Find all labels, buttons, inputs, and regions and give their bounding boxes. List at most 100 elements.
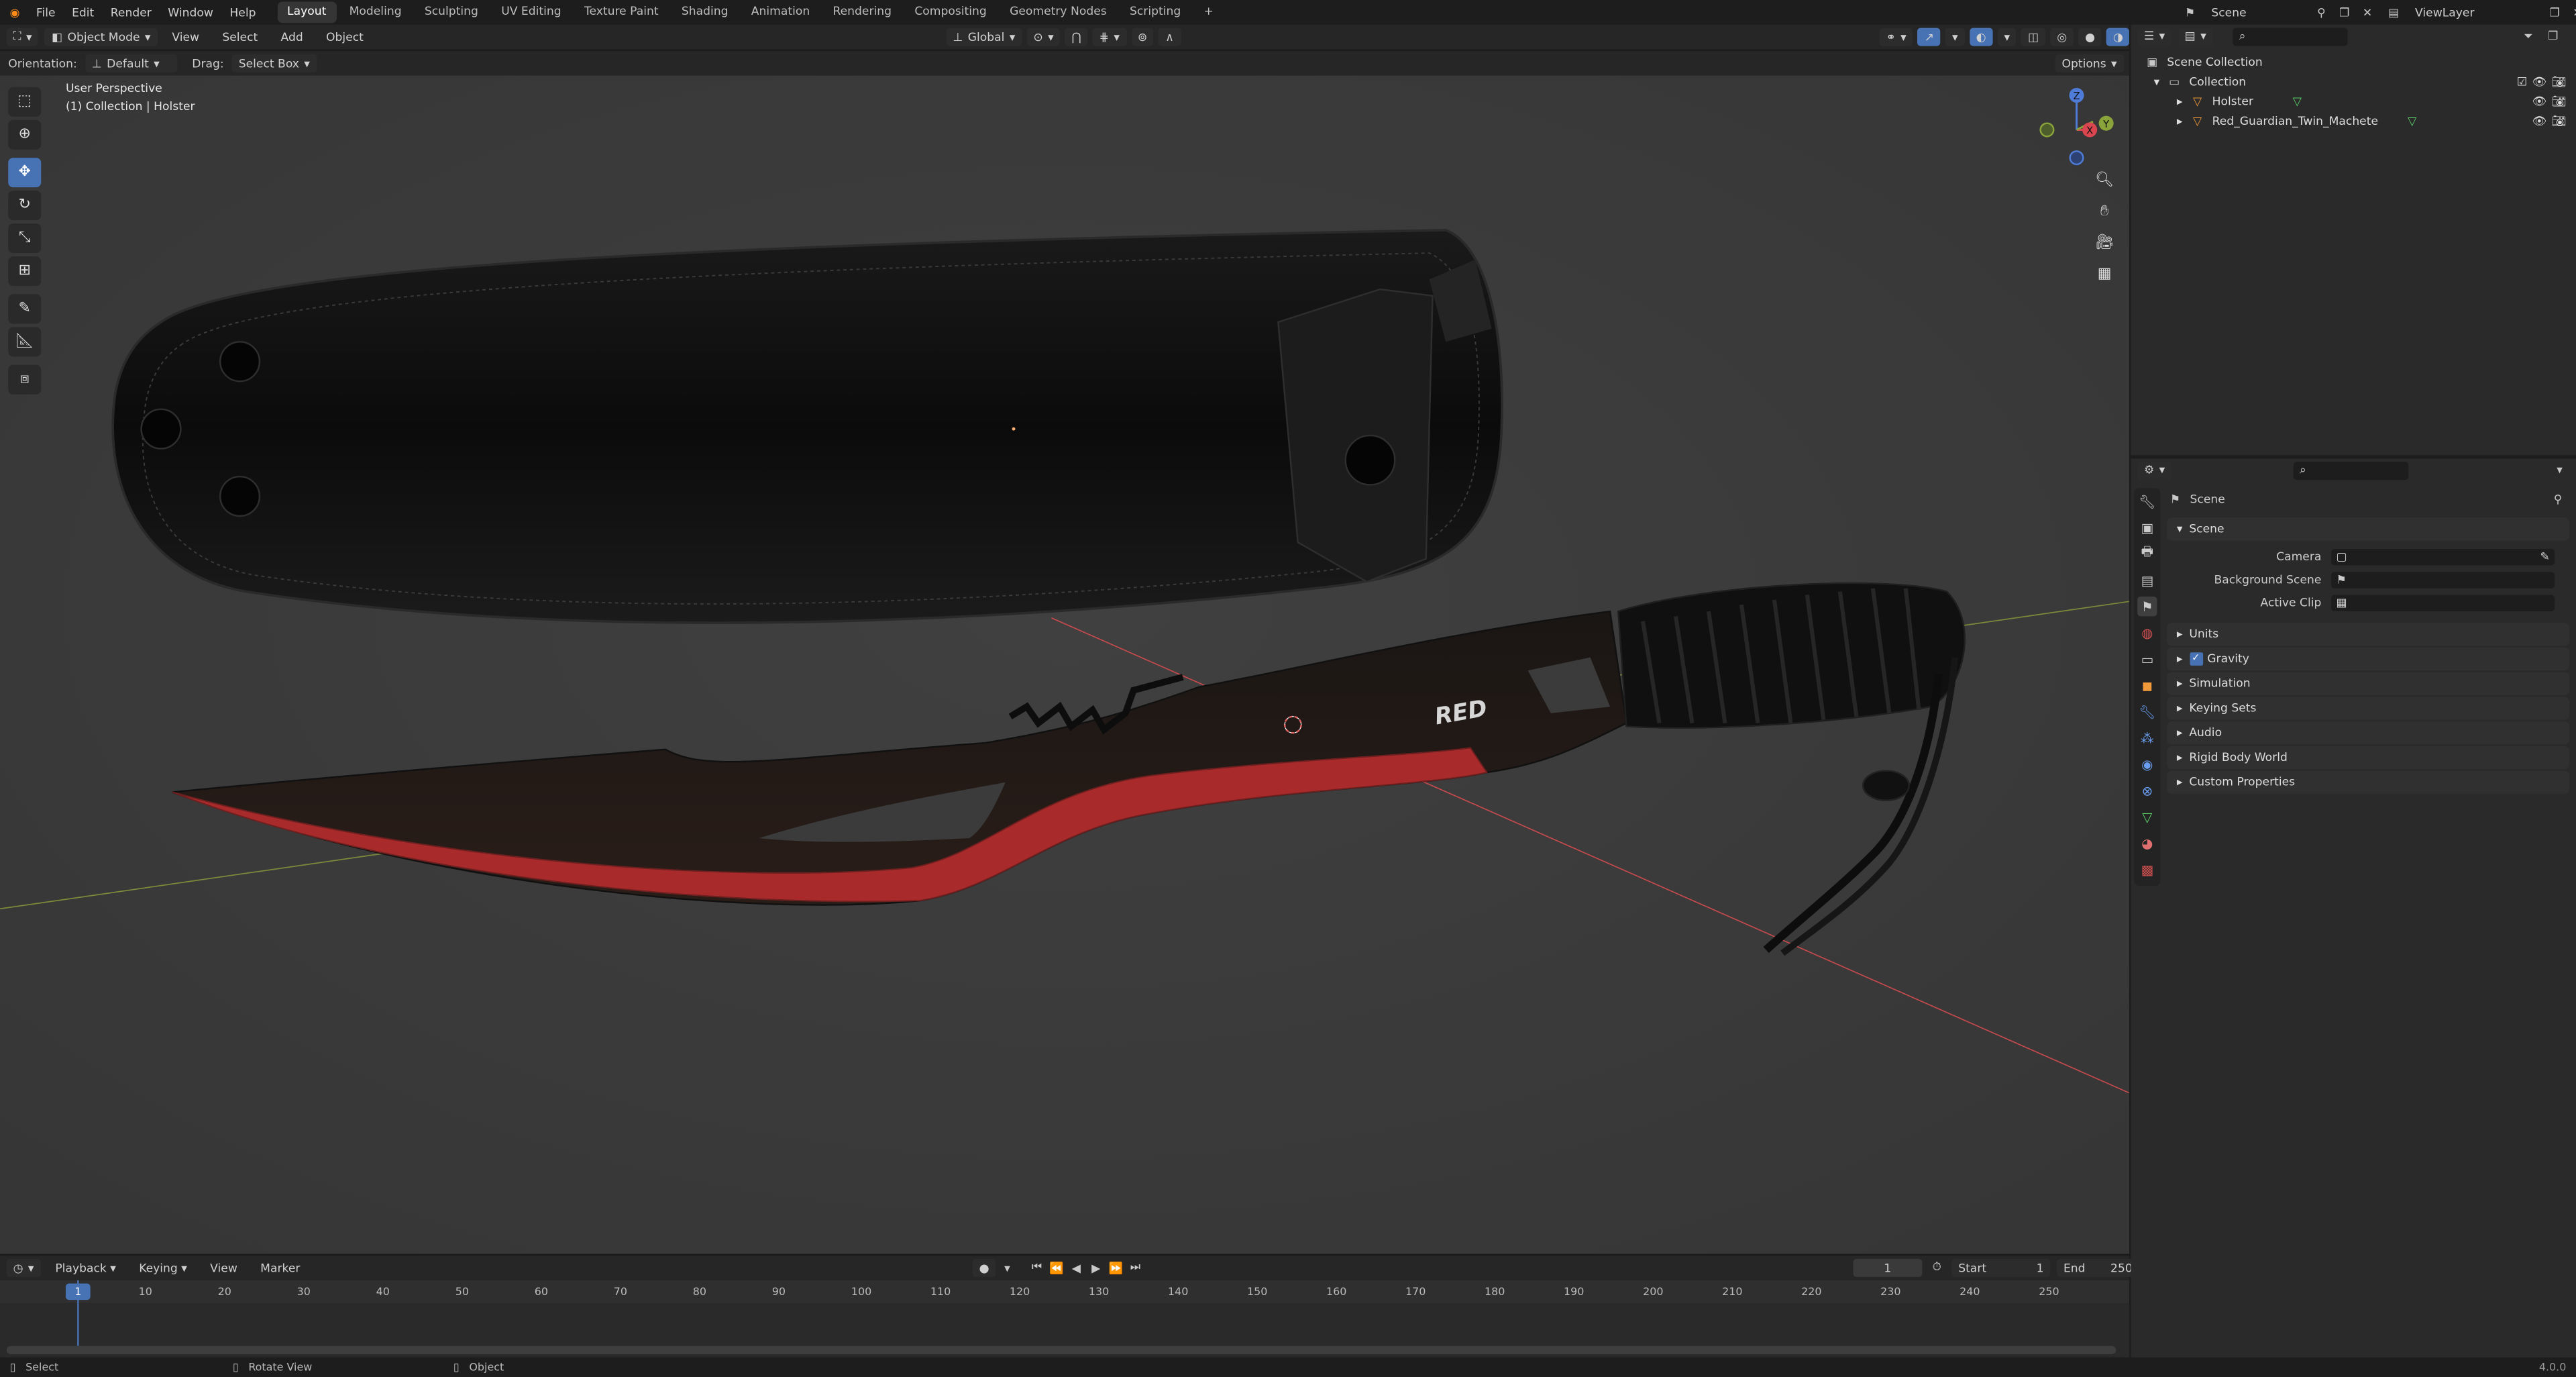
move-tool-icon[interactable]: ✥ [8,158,42,188]
prev-keyframe-icon[interactable]: ⏪ [1049,1260,1065,1276]
display-mode-dropdown[interactable]: ▤ ▾ [2178,27,2213,46]
view-layer-tab-icon[interactable]: ▤ [2137,570,2157,590]
pin-icon[interactable]: ⚲ [2313,4,2329,20]
falloff-dropdown[interactable]: ∧ [1159,28,1181,46]
record-button[interactable]: ● [972,1258,996,1277]
data-tab-icon[interactable]: ▽ [2137,807,2157,826]
cursor-tool-icon[interactable]: ⊕ [8,119,42,150]
filter-icon[interactable]: ⏷ [2520,28,2536,44]
eyedropper-icon[interactable]: ✎ [2540,550,2549,564]
menu-playback[interactable]: Playback ▾ [47,1262,124,1275]
overlays-toggle[interactable]: ◐ [1969,28,1993,46]
add-cube-tool-icon[interactable]: ⧈ [8,364,42,395]
record-dropdown-icon[interactable]: ▾ [999,1260,1015,1276]
viewport-scene[interactable]: RED [0,75,2129,1254]
tab-modeling[interactable]: Modeling [339,1,411,23]
outliner-editor-type[interactable]: ☰ ▾ [2137,27,2172,46]
menu-timeline-view[interactable]: View [202,1262,246,1275]
timeline-scrollbar[interactable] [6,1345,2116,1354]
menu-window[interactable]: Window [160,6,221,19]
menu-select[interactable]: Select [214,30,266,44]
menu-render[interactable]: Render [103,6,160,19]
drag-dropdown[interactable]: Select Box ▾ [231,54,317,72]
camera-field[interactable]: ▢ ✎ [2331,548,2555,566]
snap-toggle[interactable]: ⋂ [1065,28,1088,46]
play-reverse-icon[interactable]: ◀ [1068,1260,1084,1276]
new-layer-icon[interactable]: ❐ [2546,4,2563,20]
end-frame-field[interactable]: End 250 [2057,1258,2139,1277]
properties-panel[interactable]: ⚙ ▾ ⌕ ▾ 🔧︎ ▣ 🖶︎ ▤ ⚑ ◍ ▭ ◼ 🔧︎ ⁂ ◉ ⊗ ▽ ◕ ▩ … [2131,455,2576,1358]
pan-hand-icon[interactable]: ✋︎ [2092,199,2118,225]
camera-view-icon[interactable]: 🎥︎ [2092,230,2118,256]
camera-icon[interactable]: 📷︎ [2552,76,2567,89]
new-collection-icon[interactable]: ❐ [2545,28,2561,44]
texture-tab-icon[interactable]: ▩ [2137,860,2157,879]
menu-keying[interactable]: Keying ▾ [131,1262,195,1275]
outliner-search-input[interactable]: ⌕ [2233,27,2348,46]
tab-sculpting[interactable]: Sculpting [415,1,488,23]
outliner-row-holster[interactable]: ▸ ▽ Holster ▽ 👁︎ 📷︎ [2144,92,2576,111]
snap-target-dropdown[interactable]: ⋕ ▾ [1092,28,1126,46]
tab-layout[interactable]: Layout [277,1,337,23]
menu-help[interactable]: Help [221,6,264,19]
scene-name-field[interactable]: Scene [2204,3,2307,21]
tab-texture-paint[interactable]: Texture Paint [574,1,668,23]
start-frame-field[interactable]: Start 1 [1951,1258,2051,1277]
editor-type-button[interactable]: ⛶ ▾ [6,28,39,46]
panel-custom-properties[interactable]: ▸ Custom Properties [2167,770,2570,794]
physics-tab-icon[interactable]: ◉ [2137,754,2157,774]
expand-icon[interactable]: ▾ [2154,76,2160,89]
outliner-row-scene-collection[interactable]: ▣ Scene Collection [2144,52,2576,72]
play-icon[interactable]: ▶ [1088,1260,1104,1276]
transform-orientation-dropdown[interactable]: ⊥ Global ▾ [946,28,1022,46]
pivot-dropdown[interactable]: ⊙ ▾ [1026,28,1061,46]
expand-icon[interactable]: ▸ [2177,115,2183,128]
rotate-tool-icon[interactable]: ↻ [8,191,42,221]
blender-logo-icon[interactable]: ◉ [7,4,23,20]
close-icon[interactable]: ✕ [2359,4,2375,20]
orientation-dropdown[interactable]: ⊥ Default ▾ [85,54,178,72]
outliner-row-collection[interactable]: ▾ ▭ Collection ☑ 👁︎ 📷︎ [2144,72,2576,92]
new-scene-icon[interactable]: ❐ [2336,4,2352,20]
properties-search-input[interactable]: ⌕ [2293,460,2408,479]
outliner-panel[interactable]: ☰ ▾ ▤ ▾ ⌕ ⏷ ❐ ▣ Scene Collection ▾ ▭ Colle… [2131,24,2576,456]
gizmo-dropdown[interactable]: ▾ [1945,28,1965,46]
visibility-dropdown[interactable]: ⚭ ▾ [1879,28,1913,46]
navigation-gizmo[interactable]: Z X Y [2034,82,2119,167]
camera-icon[interactable]: 📷︎ [2552,115,2567,128]
eye-icon[interactable]: 👁︎ [2532,95,2546,109]
stopwatch-icon[interactable]: ⏱ [1929,1260,1945,1276]
timeline-editor-type[interactable]: ◷ ▾ [6,1258,41,1277]
tab-geometry-nodes[interactable]: Geometry Nodes [1000,1,1116,23]
menu-add[interactable]: Add [272,30,311,44]
options-dropdown[interactable]: Options ▾ [2055,54,2124,72]
add-workspace-button[interactable]: + [1194,1,1224,23]
tab-scripting[interactable]: Scripting [1120,1,1191,23]
shading-solid[interactable]: ● [2078,28,2102,46]
shading-wireframe[interactable]: ◎ [2050,28,2074,46]
menu-edit[interactable]: Edit [64,6,103,19]
xray-toggle[interactable]: ◫ [2021,28,2046,46]
zoom-icon[interactable]: 🔍︎ [2092,168,2118,194]
eye-icon[interactable]: 👁︎ [2532,115,2546,128]
jump-start-icon[interactable]: ⏮ [1028,1260,1044,1276]
tab-compositing[interactable]: Compositing [905,1,997,23]
properties-editor-type[interactable]: ⚙ ▾ [2137,460,2172,479]
constraints-tab-icon[interactable]: ⊗ [2137,780,2157,800]
overlays-dropdown[interactable]: ▾ [1997,28,2017,46]
collection-tab-icon[interactable]: ▭ [2137,649,2157,668]
active-clip-field[interactable]: ▦ [2331,595,2555,612]
menu-file[interactable]: File [28,6,64,19]
panel-units[interactable]: ▸ Units [2167,623,2570,646]
tool-tab-icon[interactable]: 🔧︎ [2137,491,2157,511]
view-layer-field[interactable]: ViewLayer [2408,3,2540,21]
tab-uv-editing[interactable]: UV Editing [492,1,572,23]
gizmo-neg-z-axis[interactable] [2069,150,2084,166]
tab-shading[interactable]: Shading [672,1,738,23]
panel-keying-sets[interactable]: ▸ Keying Sets [2167,697,2570,720]
gravity-checkbox[interactable]: ✓ [2189,652,2202,666]
material-tab-icon[interactable]: ◕ [2137,833,2157,853]
menu-object[interactable]: Object [318,30,372,44]
modifier-tab-icon[interactable]: 🔧︎ [2137,702,2157,721]
measure-tool-icon[interactable]: 📐︎ [8,327,42,357]
